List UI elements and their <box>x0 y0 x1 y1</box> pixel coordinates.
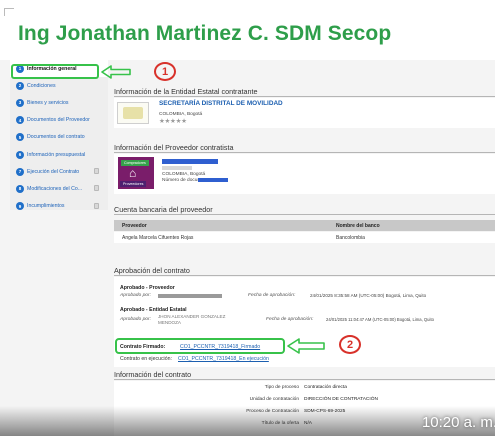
sidebar-item-label: Condiciones <box>27 82 56 89</box>
sidebar-item-label: Ejecución del Contrato <box>27 168 80 175</box>
table-row: Angela Marcela Cifuentes Rojas Bancolomb… <box>114 232 495 243</box>
execution-contract-label: Contrato en ejecución: <box>120 356 172 362</box>
sidebar-item-label: Incumplimientos <box>27 203 65 210</box>
entity-section-title: Información de la Entidad Estatal contra… <box>114 87 258 96</box>
sidebar-item[interactable]: 8 Modificaciones del Co... <box>10 180 108 197</box>
annotation-marker-2: 2 <box>339 335 361 354</box>
home-icon: ⌂ <box>129 166 137 180</box>
entity-rating: ★★★★★ <box>159 118 187 125</box>
sidebar-item[interactable]: 6 Información presupuestal <box>10 146 108 163</box>
approval-entity-by-label: Aprobado por: <box>120 317 151 322</box>
timestamp: 10:20 a. m. <box>421 414 495 431</box>
step-number-icon: 3 <box>16 98 24 107</box>
bank-section-title: Cuenta bancaria del proveedor <box>114 205 213 214</box>
sidebar-item-label: Documentos del Proveedor <box>27 117 90 124</box>
bank-provider-name: Angela Marcela Cifuentes Rojas <box>122 235 194 241</box>
lock-icon <box>94 185 99 192</box>
sidebar-item-label: Documentos del contrato <box>27 134 85 141</box>
contract-section-title: Información del contrato <box>114 370 192 379</box>
sidebar-item-label: Modificaciones del Co... <box>27 185 83 192</box>
corner-mark <box>4 8 14 16</box>
contract-field-value: DIRECCIÓN DE CONTRATACIÓN <box>304 397 378 402</box>
lock-icon <box>94 202 99 209</box>
provider-location: COLOMBIA, Bogotá <box>162 172 206 177</box>
bank-name: Bancolombia <box>336 235 365 241</box>
approval-section-title: Aprobación del contrato <box>114 266 190 275</box>
sidebar-item[interactable]: 7 Ejecución del Contrato <box>10 163 108 180</box>
provider-badge-bottom: Proveedores <box>120 181 147 187</box>
video-overlay-bar <box>0 406 495 436</box>
step-number-icon: 7 <box>16 167 24 176</box>
step-number-icon: 9 <box>16 202 24 211</box>
contract-field-label: Unidad de contratación <box>249 397 299 402</box>
divider <box>114 96 495 97</box>
divider <box>114 152 495 153</box>
provider-section-title: Información del Proveedor contratista <box>114 143 234 152</box>
sidebar-item[interactable]: 5 Documentos del contrato <box>10 129 108 146</box>
step-number-icon: 8 <box>16 184 24 193</box>
redacted-doc-number <box>198 178 228 182</box>
approval-provider-by-label: Aprobado por: <box>120 293 151 298</box>
provider-logo: Compradores ⌂ Proveedores <box>118 157 154 189</box>
main-content: Información de la Entidad Estatal contra… <box>114 60 495 436</box>
entity-logo <box>117 102 149 124</box>
step-number-icon: 4 <box>16 116 24 125</box>
bank-col-provider: Proveedor <box>122 223 147 229</box>
arrow-left-icon <box>287 338 325 354</box>
sidebar-item[interactable]: 9 Incumplimientos <box>10 198 108 215</box>
step-number-icon: 6 <box>16 150 24 159</box>
sidebar-item-label: Bienes y servicios <box>27 99 69 106</box>
redacted-provider-approver <box>158 294 222 298</box>
approval-entity-by: JHON ALEXANDER GONZALEZ MENDOZA <box>158 314 226 325</box>
bank-col-bank: Nombre del banco <box>336 223 380 229</box>
secop-screen: 1 Información general 2 Condiciones 3 Bienes … <box>0 60 495 436</box>
lock-icon <box>94 168 99 175</box>
approval-provider-heading: Aprobado - Proveedor <box>120 285 175 291</box>
step-number-icon: 5 <box>16 133 24 142</box>
highlight-signed-contract <box>115 338 285 354</box>
approval-entity-date-label: Fecha de aprobación: <box>266 317 314 322</box>
redacted-provider-sub <box>162 166 192 170</box>
divider <box>114 214 495 215</box>
sidebar-item[interactable]: 2 Condiciones <box>10 77 108 94</box>
slide-title: Ing Jonathan Martinez C. SDM Secop <box>18 22 392 45</box>
redacted-provider-name <box>162 159 218 164</box>
divider <box>114 379 495 380</box>
entity-name[interactable]: SECRETARÍA DISTRITAL DE MOVILIDAD <box>159 100 283 107</box>
highlight-info-general <box>11 64 99 79</box>
contract-field-value: Contratación directa <box>304 385 347 390</box>
bank-table-header: Proveedor Nombre del banco <box>114 220 495 231</box>
approval-provider-date: 24/01/2025 8:35:58 AM (UTC-05:00) Bogotá… <box>310 293 427 298</box>
approval-provider-date-label: Fecha de aprobación: <box>248 293 296 298</box>
divider <box>114 275 495 276</box>
sidebar-nav: 1 Información general 2 Condiciones 3 Bienes … <box>10 60 108 211</box>
sidebar-item[interactable]: 4 Documentos del Proveedor <box>10 112 108 129</box>
approval-entity-heading: Aprobado - Entidad Estatal <box>120 307 187 313</box>
sidebar-item-label: Información presupuestal <box>27 151 86 158</box>
contract-field-label: Tipo de proceso <box>264 385 299 390</box>
approval-entity-date: 24/01/2025 11:04:47 AM (UTC-05:00) Bogot… <box>326 317 434 322</box>
provider-card: Compradores ⌂ Proveedores COLOMBIA, Bogo… <box>114 154 495 194</box>
entity-card: SECRETARÍA DISTRITAL DE MOVILIDAD COLOMB… <box>114 98 495 128</box>
execution-contract-link[interactable]: CO1_PCCNTR_7319418_En ejecución <box>178 356 269 362</box>
step-number-icon: 2 <box>16 81 24 90</box>
sidebar-item[interactable]: 3 Bienes y servicios <box>10 94 108 111</box>
